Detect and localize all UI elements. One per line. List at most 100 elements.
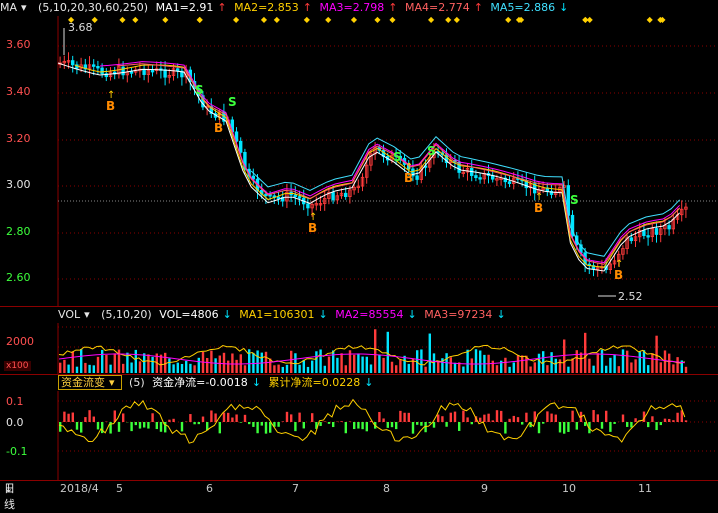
flow-bar <box>202 417 204 422</box>
volume-bar <box>63 360 65 373</box>
volume-bar <box>181 364 183 373</box>
volume-bar <box>273 365 275 373</box>
candle-body <box>332 193 335 200</box>
volume-chart[interactable] <box>0 307 718 375</box>
candle-body <box>101 68 104 74</box>
candle-body <box>655 228 658 234</box>
flow-bar <box>445 422 447 427</box>
flow-bar <box>223 413 225 422</box>
price-panel: MA▾ (5,10,20,30,60,250) MA1=2.91↑ MA2=2.… <box>0 0 718 307</box>
volume-bar <box>227 361 229 373</box>
flow-bar <box>139 422 141 429</box>
flow-bar <box>462 411 464 422</box>
volume-bar <box>630 362 632 373</box>
volume-bar <box>143 353 145 373</box>
candle-body <box>71 61 74 65</box>
flow-bar <box>189 414 191 422</box>
marker-diamond: ◆ <box>197 15 204 24</box>
flow-bar <box>303 422 305 428</box>
flow-bar <box>403 413 405 422</box>
candle-body <box>130 72 133 74</box>
volume-bar <box>67 365 69 373</box>
marker-diamond: ◆ <box>119 15 126 24</box>
volume-bar <box>378 355 380 373</box>
flow-bar <box>441 416 443 422</box>
marker-diamond: ◆ <box>582 15 589 24</box>
volume-bar <box>513 363 515 373</box>
sell-signal: S <box>393 150 402 164</box>
flow-bar <box>634 418 636 422</box>
flow-bar <box>613 422 615 424</box>
candle-body <box>92 65 95 67</box>
flow-bar <box>660 422 662 425</box>
flow-bar <box>483 415 485 422</box>
volume-bar <box>660 362 662 373</box>
flow-bar <box>542 422 544 424</box>
flow-bar <box>198 422 200 424</box>
volume-bar <box>504 358 506 373</box>
volume-bar <box>231 353 233 373</box>
volume-bar <box>286 365 288 373</box>
volume-bar <box>101 350 103 373</box>
volume-bar <box>256 350 258 373</box>
flow-bar <box>357 422 359 429</box>
candle-body <box>508 182 511 184</box>
volume-bar <box>151 357 153 373</box>
flow-bar <box>609 422 611 432</box>
axis-tick: 2018/4 <box>60 481 99 497</box>
axis-tick: 6 <box>206 481 213 497</box>
sell-signal: S <box>228 95 237 109</box>
marker-diamond: ◆ <box>304 15 311 24</box>
flow-bar <box>130 422 132 431</box>
marker-diamond: ◆ <box>518 15 525 24</box>
volume-bar <box>277 365 279 373</box>
flow-bar <box>361 422 363 429</box>
candle-body <box>122 67 125 75</box>
flow-bar <box>97 422 99 429</box>
ma-line <box>251 137 679 257</box>
candle-body <box>643 230 646 235</box>
ma-line <box>75 65 680 267</box>
flow-bar <box>592 410 594 422</box>
buy-signal: B <box>404 171 413 185</box>
volume-bar <box>559 359 561 373</box>
flow-bar <box>193 422 195 424</box>
flow-bar <box>416 422 418 425</box>
volume-bar <box>429 334 431 373</box>
flow-bar <box>605 411 607 422</box>
flow-bar <box>135 422 137 425</box>
volume-bar <box>521 355 523 373</box>
volume-bar <box>634 359 636 373</box>
volume-bar <box>235 360 237 373</box>
flow-chart[interactable] <box>0 375 718 480</box>
candle-body <box>307 204 310 208</box>
flow-bar <box>59 422 61 432</box>
candle-body <box>479 178 482 180</box>
volume-bar <box>605 366 607 373</box>
volume-bar <box>563 339 565 373</box>
volume-bar <box>672 364 674 373</box>
flow-bar <box>504 422 506 434</box>
flow-bar <box>244 415 246 422</box>
volume-bar <box>496 365 498 373</box>
volume-ma-line <box>59 345 685 365</box>
flow-bar <box>651 416 653 422</box>
flow-bar <box>67 414 69 422</box>
flow-bar <box>466 417 468 422</box>
volume-bar <box>676 357 678 373</box>
flow-bar <box>399 411 401 422</box>
sell-signal: S <box>570 193 579 207</box>
flow-bar <box>563 422 565 434</box>
marker-diamond: ◆ <box>132 15 139 24</box>
volume-bar <box>361 357 363 373</box>
axis-tick: 10 <box>562 481 576 497</box>
flow-bar <box>433 422 435 428</box>
volume-bar <box>206 358 208 373</box>
flow-bar <box>647 422 649 427</box>
volume-bar <box>538 354 540 373</box>
flow-bar <box>487 414 489 422</box>
flow-bar <box>550 414 552 422</box>
flow-bar <box>210 410 212 422</box>
flow-bar <box>168 420 170 422</box>
price-chart[interactable]: ◆◆◆◆◆◆◆◆◆◆◆◆◆◆◆◆◆◆◆◆◆◆◆◆◆◆◆3.682.52↑B↑B↑… <box>0 0 718 307</box>
